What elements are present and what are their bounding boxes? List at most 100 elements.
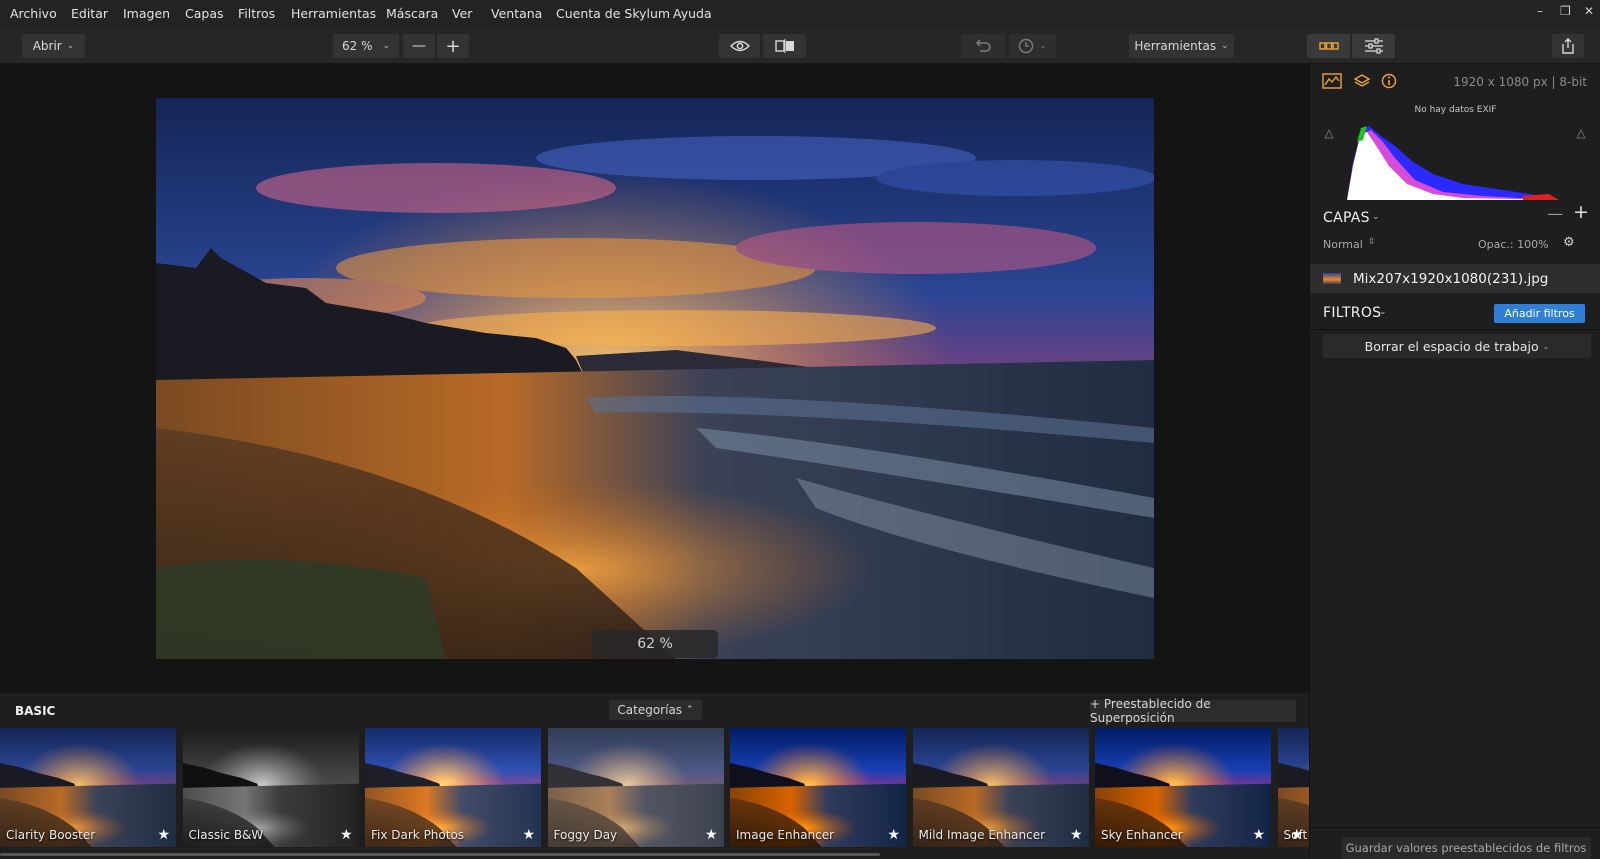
layer-thumbnail — [1323, 273, 1341, 284]
zoom-value: 62 % — [342, 39, 373, 53]
info-icon[interactable] — [1381, 73, 1397, 89]
menu-bar: Archivo Editar Imagen Capas Filtros Herr… — [0, 0, 1600, 26]
look-thumbnail[interactable]: Soft ★ — [1277, 728, 1309, 847]
zoom-out-button[interactable]: — — [403, 34, 435, 58]
star-icon[interactable]: ★ — [705, 827, 718, 843]
export-button[interactable] — [1552, 34, 1584, 58]
star-icon[interactable]: ★ — [1070, 827, 1083, 843]
menu-archivo[interactable]: Archivo — [10, 6, 57, 21]
menu-ventana[interactable]: Ventana — [491, 6, 542, 21]
menu-mascara[interactable]: Máscara — [386, 6, 438, 21]
undo-icon — [975, 39, 991, 52]
star-icon[interactable]: ★ — [1252, 827, 1265, 843]
overlay-preset-button[interactable]: + Preestablecido de Superposición — [1090, 697, 1296, 725]
restore-icon[interactable]: ❐ — [1560, 4, 1571, 18]
chevron-up-icon: ⌃ — [686, 705, 694, 715]
tools-dropdown[interactable]: Herramientas ⌄ — [1129, 34, 1234, 58]
look-label: Image Enhancer — [736, 828, 835, 842]
menu-editar[interactable]: Editar — [71, 6, 108, 21]
add-filters-button[interactable]: Añadir filtros — [1494, 304, 1585, 323]
look-thumbnail[interactable]: Mild Image Enhancer ★ — [912, 728, 1089, 847]
look-thumbnail[interactable]: Foggy Day ★ — [547, 728, 724, 847]
look-thumbnail[interactable]: Classic B&W ★ — [182, 728, 359, 847]
star-icon[interactable]: ★ — [1290, 827, 1303, 843]
look-label: Mild Image Enhancer — [918, 828, 1046, 842]
gear-icon[interactable]: ⚙ — [1563, 235, 1575, 250]
zoom-in-button[interactable]: + — [437, 34, 469, 58]
chevron-down-icon: ⌄ — [66, 41, 75, 51]
photo-image — [156, 98, 1154, 659]
compare-button[interactable] — [763, 34, 806, 58]
layers-title[interactable]: CAPAS — [1323, 210, 1370, 226]
image-info: 1920 x 1080 px | 8-bit — [1453, 75, 1587, 89]
preview-button[interactable] — [719, 34, 760, 58]
chevron-down-icon: ⌄ — [1542, 341, 1550, 351]
histogram — [1324, 126, 1586, 200]
close-icon[interactable]: ✕ — [1584, 4, 1594, 18]
tools-label: Herramientas — [1134, 39, 1217, 53]
eye-icon — [729, 40, 750, 52]
exif-text: No hay datos EXIF — [1414, 105, 1497, 115]
chevron-down-icon: ⌄ — [382, 41, 390, 51]
filmstrip-icon — [1318, 42, 1339, 50]
layer-row[interactable]: Mix207x1920x1080(231).jpg — [1310, 264, 1600, 293]
look-label: Clarity Booster — [6, 828, 96, 842]
open-button[interactable]: Abrir ⌄ — [22, 34, 85, 58]
right-panel: 1920 x 1080 px | 8-bit No hay datos EXIF… — [1309, 64, 1600, 859]
open-label: Abrir — [32, 39, 62, 53]
menu-ver[interactable]: Ver — [452, 6, 472, 21]
undo-button[interactable] — [961, 34, 1005, 58]
divider — [1310, 329, 1600, 330]
add-layer-icon[interactable]: + — [1573, 201, 1589, 223]
looks-category-label: BASIC — [15, 704, 56, 718]
menu-ayuda[interactable]: Ayuda — [673, 6, 712, 21]
look-thumbnail[interactable]: Clarity Booster ★ — [0, 728, 176, 847]
clear-workspace-label: Borrar el espacio de trabajo — [1364, 338, 1539, 354]
menu-herramientas[interactable]: Herramientas — [291, 6, 376, 21]
canvas-area[interactable]: 62 % — [0, 64, 1309, 693]
star-icon[interactable]: ★ — [522, 827, 535, 843]
blend-mode-select[interactable]: Normal — [1323, 238, 1363, 251]
compare-icon — [774, 39, 794, 53]
zoom-select[interactable]: 62 % ⌄ — [333, 34, 399, 58]
clear-workspace-button[interactable]: Borrar el espacio de trabajo ⌄ — [1323, 334, 1591, 358]
filters-title[interactable]: FILTROS — [1323, 305, 1381, 321]
categories-label: Categorías — [617, 703, 683, 717]
clock-icon — [1019, 38, 1034, 54]
chevron-down-icon: ⌄ — [1221, 41, 1229, 51]
layer-name: Mix207x1920x1080(231).jpg — [1353, 271, 1549, 287]
look-thumbnail[interactable]: Image Enhancer ★ — [730, 728, 906, 847]
menu-capas[interactable]: Capas — [185, 6, 224, 21]
layers-icon[interactable] — [1354, 73, 1370, 89]
chevron-updown-icon: ⇳ — [1368, 237, 1376, 247]
look-thumbnail[interactable]: Fix Dark Photos ★ — [365, 728, 541, 847]
main-photo[interactable] — [156, 98, 1154, 659]
looks-scrollbar[interactable] — [0, 853, 880, 856]
categories-button[interactable]: Categorías ⌃ — [609, 700, 702, 720]
looks-view-button[interactable] — [1307, 34, 1350, 58]
chevron-down-icon: ⌄ — [1372, 212, 1380, 222]
sliders-icon — [1364, 38, 1383, 54]
look-thumbnail[interactable]: Sky Enhancer ★ — [1095, 728, 1271, 847]
histogram-icon[interactable] — [1322, 73, 1342, 89]
adjustments-view-button[interactable] — [1352, 34, 1395, 58]
zoom-indicator: 62 % — [592, 630, 718, 658]
chevron-down-icon: ⌄ — [1379, 307, 1387, 317]
save-filter-preset-button[interactable]: Guardar valores preestablecidos de filtr… — [1341, 837, 1591, 859]
history-button[interactable]: ⌄ — [1009, 34, 1056, 58]
menu-imagen[interactable]: Imagen — [123, 6, 170, 21]
look-label: Sky Enhancer — [1101, 828, 1183, 842]
star-icon[interactable]: ★ — [887, 827, 900, 843]
remove-layer-icon[interactable]: — — [1547, 204, 1563, 223]
minimize-icon[interactable]: – — [1537, 4, 1543, 18]
star-icon[interactable]: ★ — [340, 827, 353, 843]
divider — [1310, 827, 1600, 828]
star-icon[interactable]: ★ — [157, 827, 170, 843]
menu-filtros[interactable]: Filtros — [238, 6, 275, 21]
share-icon — [1562, 38, 1574, 54]
chevron-down-icon: ⌄ — [1039, 41, 1047, 51]
look-label: Foggy Day — [553, 828, 618, 842]
opacity-select[interactable]: Opac.: 100% — [1478, 238, 1549, 251]
looks-bar: BASIC Categorías ⌃ + Preestablecido de S… — [0, 693, 1309, 858]
menu-cuenta-skylum[interactable]: Cuenta de Skylum — [556, 6, 670, 21]
